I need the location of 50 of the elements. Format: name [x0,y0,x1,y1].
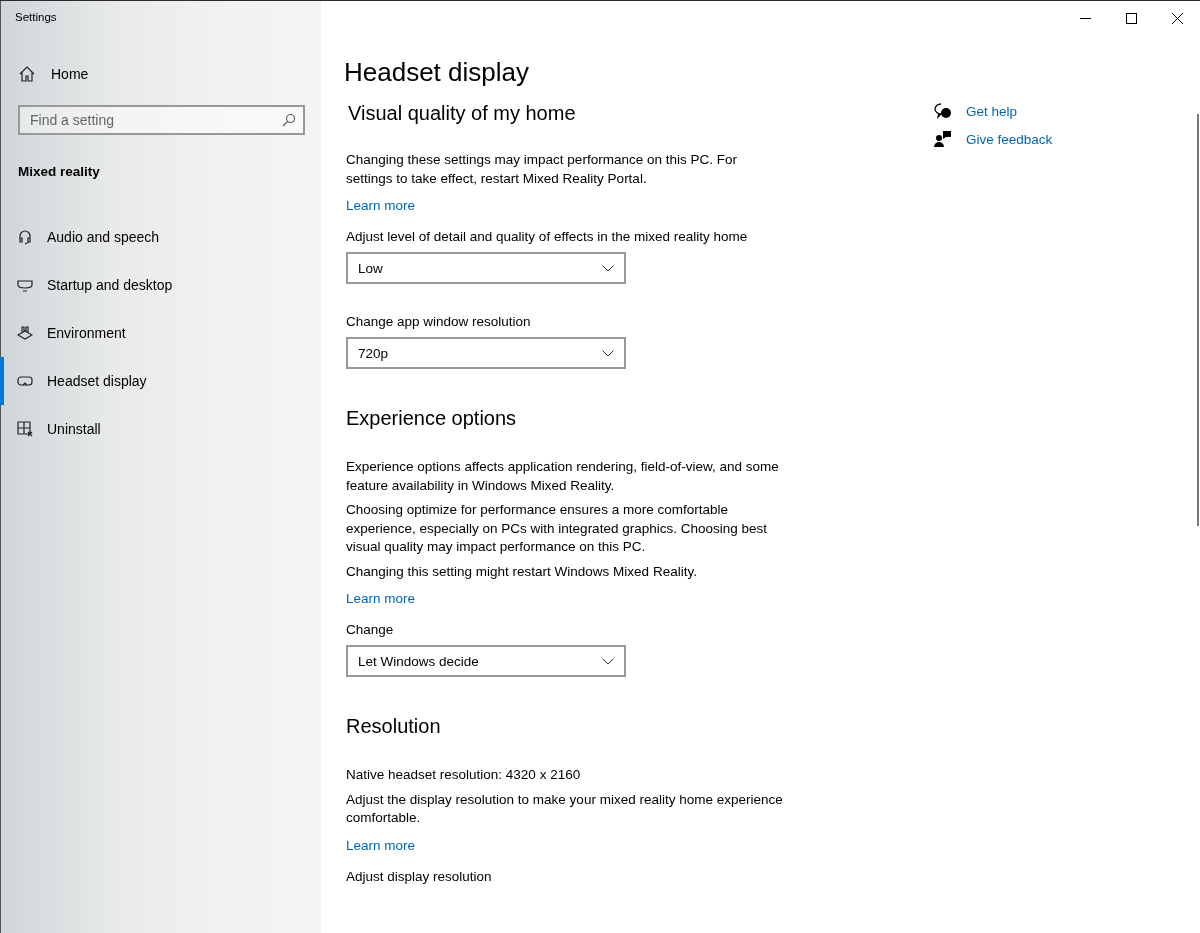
section-heading: Resolution [346,715,442,738]
description-text: Adjust the display resolution to make your mixed reality home experience comfortable. [346,790,784,827]
chevron-icon [602,657,614,665]
field-label: Adjust display resolution [346,868,493,884]
nav-label: Startup and desktop [47,277,173,293]
visor-icon [17,277,33,293]
learn-more-link[interactable]: Learn more [346,591,416,606]
field-label: Change app window resolution [346,314,532,329]
nav-item[interactable]: Startup and desktop [0,261,321,309]
dropdown[interactable]: 720p [346,337,626,369]
section-heading: Experience options [346,407,518,430]
help-link[interactable]: Get help [934,103,1053,119]
uninstall-icon [17,421,33,437]
section-heading: Visual quality of my home [348,102,577,125]
close-icon [1171,12,1183,24]
category-heading: Mixed reality [17,164,101,179]
description-text: Native headset resolution: 4320 x 2160 [346,766,582,784]
scrollbar[interactable] [1197,114,1199,526]
nav-item[interactable]: Uninstall [0,405,321,453]
nav-item[interactable]: Audio and speech [0,213,321,261]
nav-label: Environment [47,325,126,341]
description-text: Experience options affects application rendering, field-of-view, and some feature availability in Windows Mixed Reality. [346,458,780,495]
search-icon [282,113,296,127]
nav-item[interactable]: Headset display [0,357,321,405]
description-text: Choosing optimize for performance ensures a more comfortable experience, especially on PCs with integrated graphics. Choosing best visual quality may impact performance on this PC. [346,501,768,556]
maximize-icon [1125,12,1137,24]
home-label: Home [51,66,89,82]
chevron-icon [602,349,614,357]
description-text: Changing these settings may impact performance on this PC. For settings to take effect, restart Mixed Reality Portal. [346,151,738,188]
headset-icon [17,229,33,245]
dropdown[interactable]: Low [346,252,626,284]
learn-more-link[interactable]: Learn more [346,198,416,213]
description-text: Changing this setting might restart Windows Mixed Reality. [346,562,698,581]
home-link[interactable]: Home [1,66,321,82]
page-title: Headset display [344,57,530,88]
field-label: Adjust level of detail and quality of effects in the mixed reality home [346,229,749,244]
nav-label: Uninstall [47,421,101,437]
learn-more-link[interactable]: Learn more [346,837,416,853]
chevron-icon [602,264,614,272]
feedback-person-icon [934,131,952,147]
home-icon [19,66,35,82]
nav-item[interactable]: Environment [0,309,321,357]
window-title: Settings [14,10,58,25]
nav-label: Headset display [47,373,147,389]
nav-label: Audio and speech [47,229,160,245]
help-link[interactable]: Give feedback [934,131,1053,147]
search-field[interactable]: Find a setting [18,105,305,135]
goggles-icon [17,373,33,389]
dropdown[interactable]: Let Windows decide [346,645,626,677]
field-label: Change [346,622,395,637]
